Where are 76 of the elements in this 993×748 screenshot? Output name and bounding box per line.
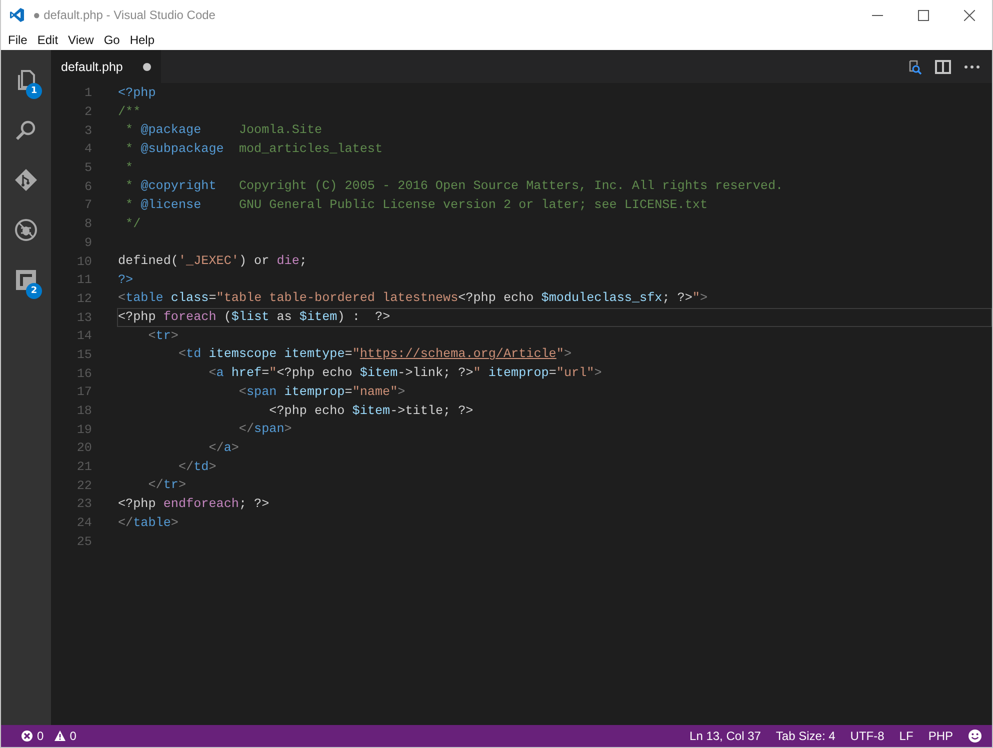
line-number: 10 — [76, 254, 92, 269]
code-line: defined('_JEXEC') or die; — [117, 253, 308, 270]
line-number: 19 — [76, 422, 92, 437]
menu-item[interactable]: File — [3, 33, 32, 47]
vscode-logo-icon — [9, 7, 25, 23]
line-number: 21 — [76, 460, 92, 474]
git-icon[interactable] — [14, 168, 38, 192]
code-line: <?php — [117, 84, 157, 102]
line-number: 15 — [76, 348, 92, 362]
code-line: <a href="<?php echo $item->link; ?>" itemprop="url"> — [208, 365, 603, 382]
menu-item[interactable]: Go — [98, 33, 125, 47]
search-icon[interactable] — [14, 118, 38, 142]
menu-item[interactable]: Help — [124, 33, 160, 47]
split-editor-icon[interactable] — [935, 58, 951, 74]
status-item[interactable]: UTF-8 — [850, 729, 884, 743]
status-item[interactable]: PHP — [928, 729, 953, 743]
code-line: <tr> — [147, 328, 180, 345]
line-number: 16 — [76, 366, 92, 381]
more-icon[interactable] — [964, 64, 980, 68]
line-number: 17 — [76, 385, 92, 400]
code-line: <table class="table table-bordered latestnews<?php echo $moduleclass_sfx; ?>"> — [117, 290, 709, 308]
line-number: 12 — [76, 292, 92, 306]
line-number: 2 — [83, 105, 92, 120]
code-line: </td> — [177, 458, 218, 476]
maximize-icon[interactable] — [918, 10, 928, 20]
line-number: 1 — [83, 86, 92, 100]
error-count[interactable]: 0 — [37, 729, 44, 743]
line-number: 14 — [76, 329, 92, 344]
window-title: ● default.php - Visual Studio Code — [33, 8, 216, 22]
count-badge: 2 — [26, 283, 42, 299]
smiley-icon[interactable] — [968, 729, 982, 743]
line-number: 22 — [76, 478, 92, 493]
code-line: * — [124, 160, 134, 177]
line-number: 7 — [83, 198, 92, 212]
line-number: 6 — [83, 180, 92, 194]
status-item[interactable]: LF — [899, 729, 914, 743]
line-number: 3 — [83, 124, 92, 138]
warning-icon[interactable] — [54, 730, 66, 742]
menu-item[interactable]: View — [63, 33, 99, 47]
code-line: <td itemscope itemtype="https://schema.org/Article"> — [177, 346, 572, 364]
code-line: <?php endforeach; ?> — [117, 496, 270, 513]
status-item[interactable]: Tab Size: 4 — [776, 729, 836, 743]
debug-icon[interactable] — [14, 218, 38, 242]
line-number: 18 — [76, 404, 92, 418]
code-line: <?php echo $item->title; ?> — [268, 402, 474, 420]
extensions-icon[interactable] — [14, 268, 38, 292]
line-number: 8 — [83, 217, 92, 232]
code-line: ?> — [117, 272, 134, 289]
code-line: </span> — [238, 421, 293, 438]
line-number: 23 — [76, 497, 92, 512]
code-line: </tr> — [147, 477, 188, 494]
code-line: <span itemprop="name"> — [238, 384, 406, 401]
code-line: * @subpackage mod_articles_latest — [124, 140, 384, 158]
line-number: 11 — [76, 273, 92, 288]
status-item[interactable]: Ln 13, Col 37 — [690, 729, 761, 743]
line-number: 13 — [76, 310, 92, 325]
count-badge: 1 — [26, 83, 42, 99]
line-number: 5 — [83, 161, 92, 176]
line-number: 20 — [76, 441, 92, 456]
line-number: 9 — [83, 236, 92, 250]
menu-item[interactable]: Edit — [32, 33, 64, 47]
code-line: /** — [117, 104, 142, 121]
line-number: 24 — [76, 516, 92, 530]
code-line: </table> — [117, 514, 180, 532]
code-line: * @license GNU General Public License version 2 or later; see LICENSE.txt — [124, 196, 709, 214]
code-line: */ — [124, 216, 142, 233]
warning-count[interactable]: 0 — [70, 729, 76, 743]
close-icon[interactable] — [964, 10, 974, 20]
code-line: * @package Joomla.Site — [124, 122, 324, 140]
unsaved-dot-icon — [142, 62, 151, 70]
error-icon[interactable] — [21, 730, 33, 742]
code-line: </a> — [208, 440, 240, 457]
line-number: 25 — [76, 534, 92, 549]
code-line: * @copyright Copyright (C) 2005 - 2016 Open Source Matters, Inc. All rights reserved. — [124, 178, 784, 196]
editor-tab[interactable]: default.php — [51, 50, 161, 83]
line-number: 4 — [83, 142, 92, 156]
